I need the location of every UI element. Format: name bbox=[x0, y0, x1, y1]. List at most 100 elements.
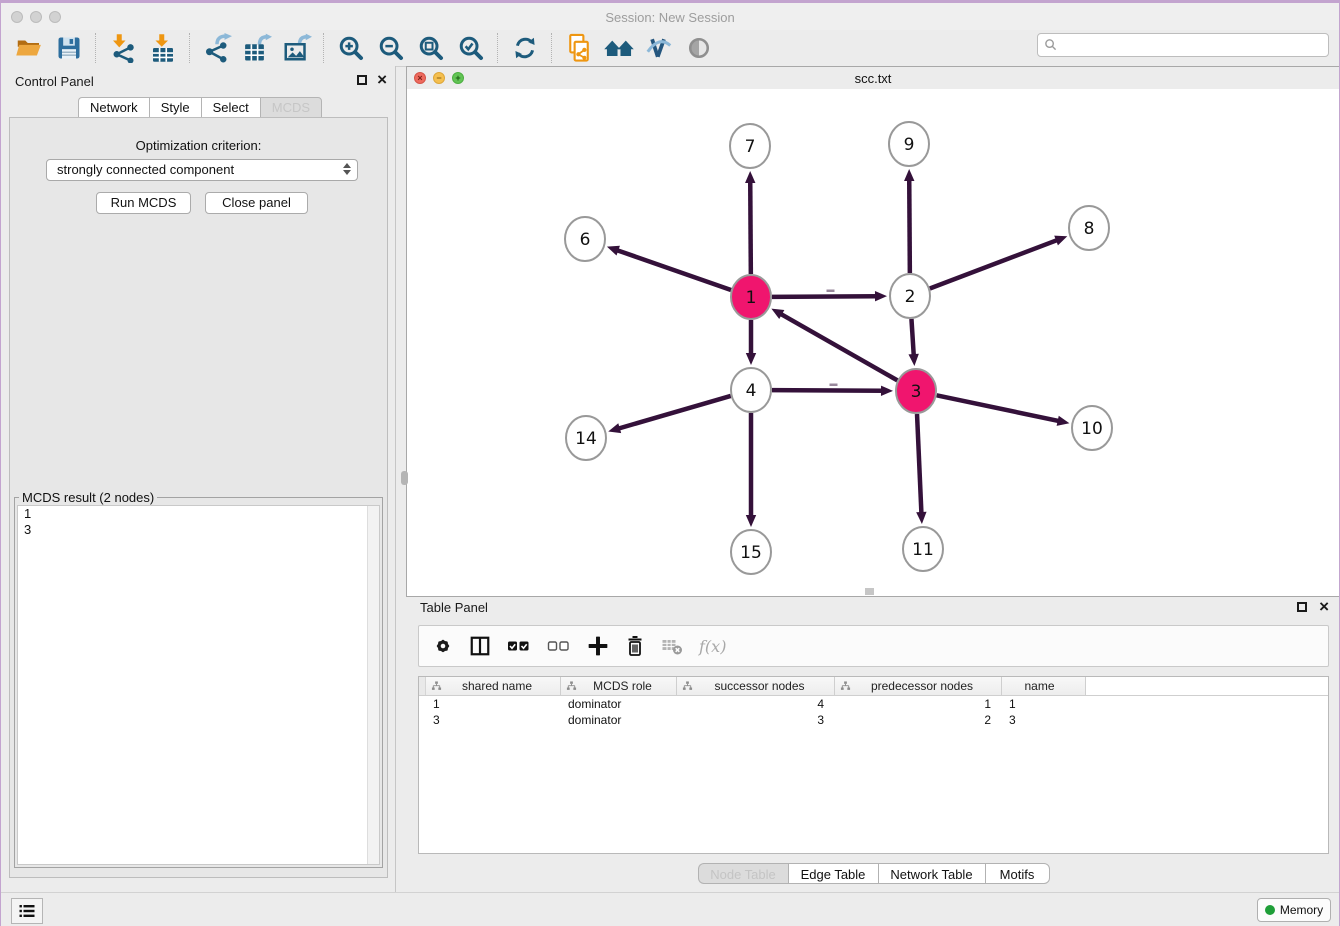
close-panel-button[interactable]: Close panel bbox=[205, 192, 308, 214]
delete-table-icon[interactable] bbox=[661, 636, 683, 656]
column-tree-icon bbox=[566, 681, 577, 692]
column-header-predecessor-nodes[interactable]: predecessor nodes bbox=[835, 677, 1002, 695]
toolbar-separator bbox=[95, 33, 97, 63]
result-scrollbar[interactable] bbox=[367, 506, 379, 864]
table-panel: Table Panel × bbox=[406, 597, 1340, 892]
network-canvas[interactable]: 7968124314101511 bbox=[407, 89, 1339, 592]
graph-edge-3-10[interactable] bbox=[937, 395, 1060, 421]
split-column-icon[interactable] bbox=[469, 635, 491, 657]
mcds-result-textarea[interactable]: 1 3 bbox=[17, 505, 380, 865]
graph-edge-3-1[interactable] bbox=[780, 314, 897, 381]
mcds-result-title: MCDS result (2 nodes) bbox=[19, 490, 157, 505]
tab-node-table[interactable]: Node Table bbox=[698, 863, 788, 884]
graph-node-label: 1 bbox=[746, 288, 757, 308]
zoom-in-button[interactable] bbox=[331, 32, 371, 64]
horizontal-scrollbar-thumb[interactable] bbox=[865, 588, 874, 595]
tab-motifs[interactable]: Motifs bbox=[985, 863, 1050, 884]
graph-edge-3-11[interactable] bbox=[917, 414, 921, 514]
result-line: 1 bbox=[18, 506, 379, 522]
close-panel-icon[interactable]: × bbox=[377, 73, 387, 87]
refresh-icon bbox=[511, 34, 539, 62]
graph-node-label: 10 bbox=[1081, 419, 1103, 439]
column-tree-icon bbox=[682, 681, 693, 692]
graph-edge-2-8[interactable] bbox=[930, 240, 1058, 289]
settings-gear-icon[interactable] bbox=[433, 636, 453, 656]
import-network-button[interactable] bbox=[103, 32, 143, 64]
result-line: 3 bbox=[18, 522, 379, 538]
graph-edge-4-3[interactable] bbox=[772, 390, 883, 391]
graph-edge-1-2[interactable] bbox=[772, 296, 877, 297]
column-header-successor-nodes[interactable]: successor nodes bbox=[677, 677, 835, 695]
graph-edge-arrowhead bbox=[607, 246, 620, 256]
graph-edge-2-3[interactable] bbox=[911, 319, 913, 356]
import-table-button[interactable] bbox=[143, 32, 183, 64]
memory-label: Memory bbox=[1280, 903, 1323, 917]
tab-edge-table[interactable]: Edge Table bbox=[788, 863, 878, 884]
zoom-fit-button[interactable] bbox=[411, 32, 451, 64]
graph-node-label: 6 bbox=[580, 230, 591, 250]
node-table: shared name MCDS role bbox=[418, 676, 1329, 854]
graph-node-label: 8 bbox=[1084, 219, 1095, 239]
float-panel-icon[interactable] bbox=[357, 75, 367, 85]
tab-mcds[interactable]: MCDS bbox=[260, 97, 322, 119]
function-builder-icon[interactable]: f(x) bbox=[699, 637, 726, 656]
tab-select[interactable]: Select bbox=[201, 97, 260, 119]
graph-node-label: 11 bbox=[912, 540, 934, 560]
float-table-panel-icon[interactable] bbox=[1297, 602, 1307, 612]
close-table-panel-icon[interactable]: × bbox=[1319, 600, 1329, 614]
home-button[interactable] bbox=[599, 32, 639, 64]
column-header-name[interactable]: name bbox=[1002, 677, 1086, 695]
header-filler bbox=[1086, 677, 1328, 695]
toolbar-separator bbox=[323, 33, 325, 63]
graph-edge-4-14[interactable] bbox=[618, 396, 731, 429]
vertical-scrollbar-thumb[interactable] bbox=[401, 471, 408, 485]
column-header-shared-name[interactable]: shared name bbox=[426, 677, 561, 695]
graph-node-label: 2 bbox=[905, 287, 916, 307]
network-from-file-button[interactable] bbox=[559, 32, 599, 64]
zoom-out-icon bbox=[376, 33, 406, 63]
list-icon bbox=[19, 904, 35, 918]
column-tree-icon bbox=[840, 681, 851, 692]
graph-edge-arrowhead bbox=[904, 169, 914, 181]
graph-node-label: 7 bbox=[745, 137, 756, 157]
eye-icon bbox=[685, 34, 713, 62]
column-header-mcds-role[interactable]: MCDS role bbox=[561, 677, 677, 695]
memory-button[interactable]: Memory bbox=[1257, 898, 1331, 922]
tab-network[interactable]: Network bbox=[78, 97, 149, 119]
table-header-row: shared name MCDS role bbox=[419, 677, 1328, 696]
task-history-button[interactable] bbox=[11, 898, 43, 924]
open-session-button[interactable] bbox=[9, 32, 49, 64]
select-all-icon[interactable] bbox=[507, 636, 531, 656]
search-input[interactable] bbox=[1037, 33, 1329, 57]
tab-style[interactable]: Style bbox=[149, 97, 201, 119]
graph-edge-2-9[interactable] bbox=[909, 179, 910, 273]
run-mcds-button[interactable]: Run MCDS bbox=[96, 192, 191, 214]
criterion-select[interactable]: strongly connected component bbox=[46, 159, 358, 181]
deselect-all-icon[interactable] bbox=[547, 636, 571, 656]
save-session-button[interactable] bbox=[49, 32, 89, 64]
graph-edge-1-6[interactable] bbox=[616, 250, 731, 290]
graph-edge-arrowhead bbox=[746, 515, 756, 527]
vizmapper-button[interactable] bbox=[639, 32, 679, 64]
add-column-icon[interactable] bbox=[587, 635, 609, 657]
zoom-selected-button[interactable] bbox=[451, 32, 491, 64]
tab-network-table[interactable]: Network Table bbox=[878, 863, 985, 884]
graph-node-label: 14 bbox=[575, 429, 597, 449]
graph-edge-1-7[interactable] bbox=[750, 181, 751, 274]
zoom-out-button[interactable] bbox=[371, 32, 411, 64]
refresh-button[interactable] bbox=[505, 32, 545, 64]
export-table-button[interactable] bbox=[237, 32, 277, 64]
graph-edge-arrowhead bbox=[1054, 236, 1067, 246]
home-icon bbox=[603, 33, 635, 63]
vizmapper-icon bbox=[644, 33, 674, 63]
table-row[interactable]: 3 dominator 3 2 3 bbox=[419, 712, 1328, 728]
graph-node-label: 9 bbox=[904, 135, 915, 155]
table-row[interactable]: 1 dominator 4 1 1 bbox=[419, 696, 1328, 712]
delete-column-trash-icon[interactable] bbox=[625, 635, 645, 657]
zoom-in-icon bbox=[336, 33, 366, 63]
export-image-button[interactable] bbox=[277, 32, 317, 64]
graph-edge-arrowhead bbox=[908, 354, 918, 366]
show-graphics-details-button[interactable] bbox=[679, 32, 719, 64]
zoom-fit-icon bbox=[416, 33, 446, 63]
export-network-button[interactable] bbox=[197, 32, 237, 64]
